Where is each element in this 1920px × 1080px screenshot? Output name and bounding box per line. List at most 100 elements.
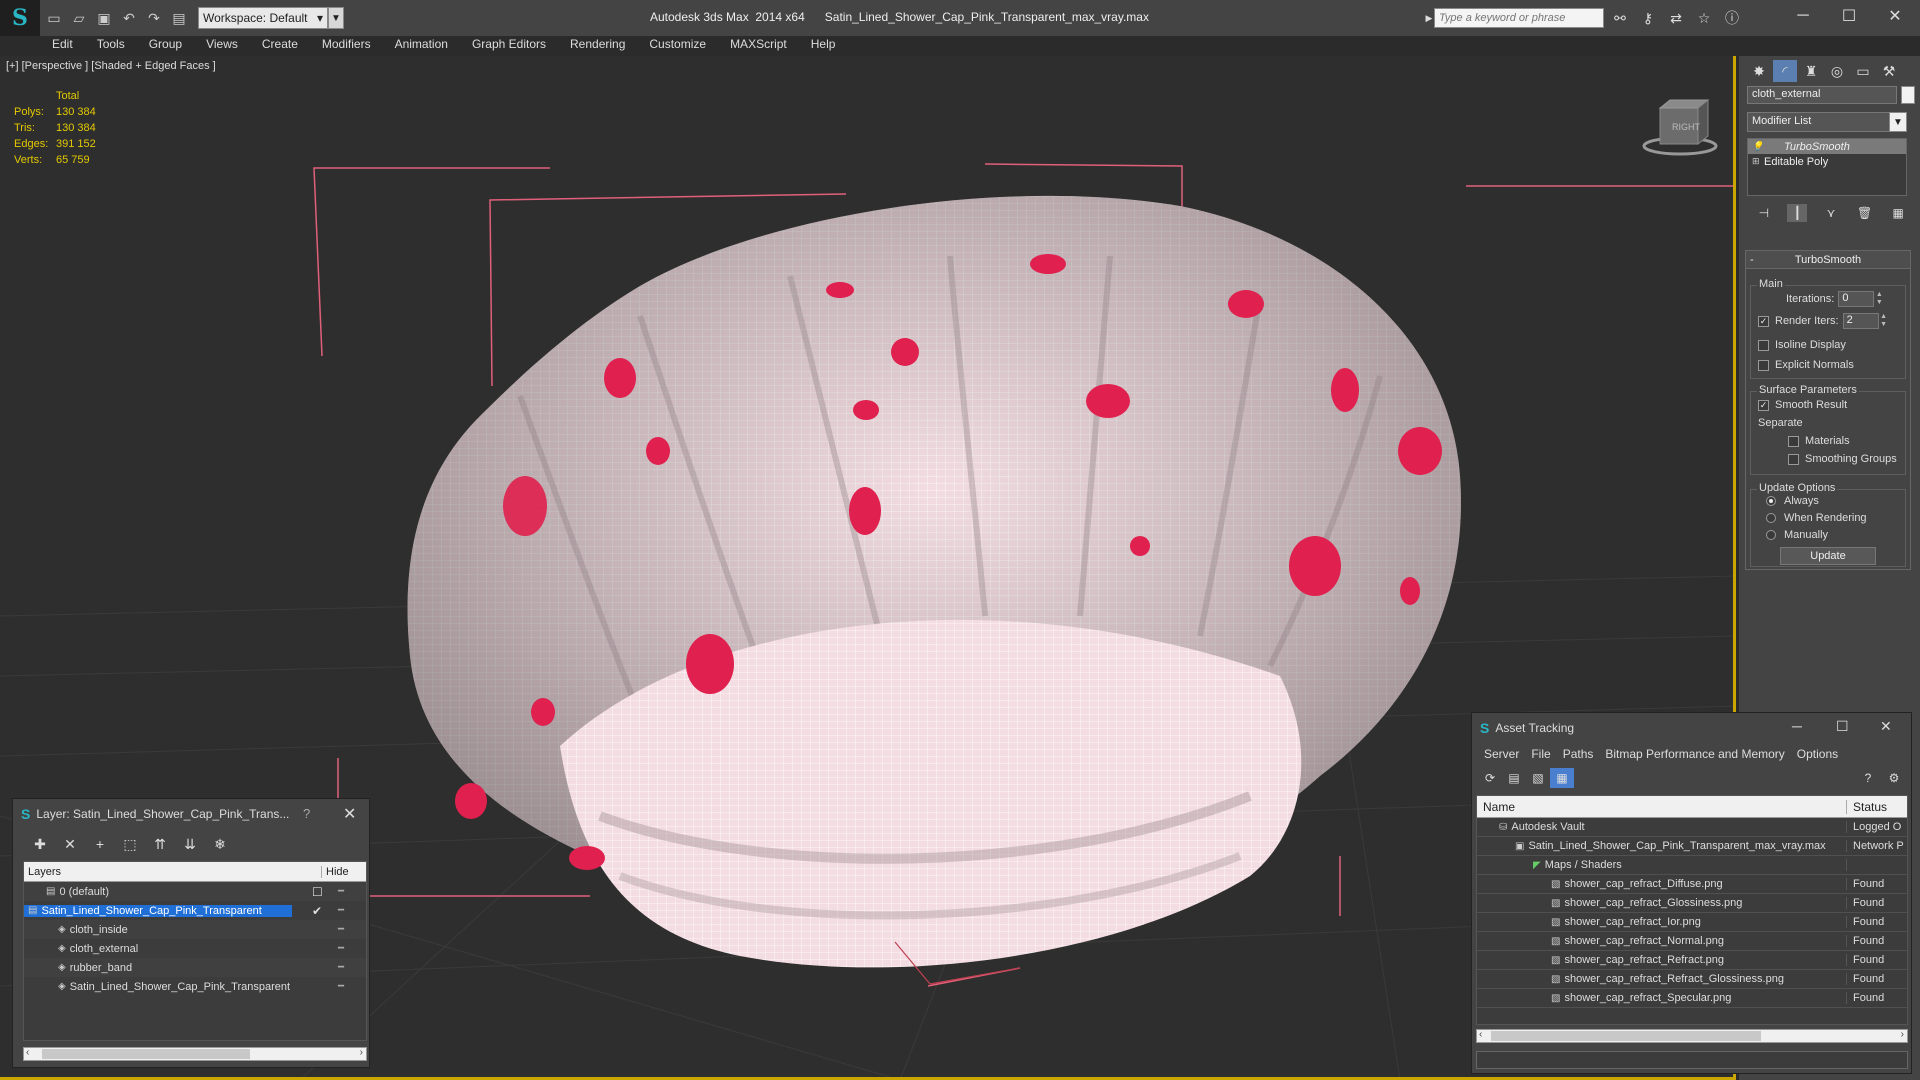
always-row[interactable]: Always xyxy=(1766,495,1819,507)
materials-row[interactable]: Materials xyxy=(1788,435,1850,447)
remove-modifier-icon[interactable]: 🗑 xyxy=(1855,204,1875,222)
horizontal-scrollbar[interactable]: ‹ › xyxy=(1476,1029,1908,1043)
settings-icon[interactable]: ⚙ xyxy=(1882,768,1906,788)
table-view-icon[interactable]: ▦ xyxy=(1550,768,1574,788)
menu-animation[interactable]: Animation xyxy=(383,37,460,51)
asset-row[interactable]: ▧ shower_cap_refract_Ior.png Found xyxy=(1477,913,1907,932)
modifier-list-dropdown[interactable]: Modifier List xyxy=(1747,112,1907,132)
freeze-all-icon[interactable]: ❄ xyxy=(205,833,235,855)
chevron-down-icon[interactable]: ▼ xyxy=(1889,112,1907,132)
menu-rendering[interactable]: Rendering xyxy=(558,37,637,51)
scrollbar-thumb[interactable] xyxy=(1491,1031,1761,1041)
configure-sets-icon[interactable]: ▦ xyxy=(1888,204,1908,222)
iterations-field[interactable]: 0 xyxy=(1838,291,1875,307)
help-icon[interactable]: ⓘ xyxy=(1720,8,1744,28)
stack-item-turbosmooth[interactable]: 💡 TurboSmooth xyxy=(1748,139,1906,154)
object-color-swatch[interactable] xyxy=(1901,86,1915,104)
explicit-normals-row[interactable]: Explicit Normals xyxy=(1758,359,1854,371)
save-file-icon[interactable]: ▣ xyxy=(93,7,115,29)
hide-toggle[interactable]: ━ xyxy=(338,905,344,916)
scroll-left-icon[interactable]: ‹ xyxy=(26,1047,29,1058)
asset-row[interactable]: ⛁ Autodesk Vault Logged O xyxy=(1477,818,1907,837)
hide-toggle[interactable]: ━ xyxy=(338,924,344,935)
viewport-label[interactable]: [+] [Perspective ] [Shaded + Edged Faces… xyxy=(6,60,216,72)
expand-arrow-icon[interactable]: ▶ xyxy=(1424,8,1434,28)
minimize-icon[interactable]: ─ xyxy=(1792,718,1802,734)
status-column-header[interactable]: Status xyxy=(1847,800,1887,814)
asset-row[interactable]: ▧ shower_cap_refract_Refract.png Found xyxy=(1477,951,1907,970)
new-file-icon[interactable]: ▭ xyxy=(43,7,65,29)
exchange-icon[interactable]: ⇄ xyxy=(1664,8,1688,28)
workspace-select[interactable]: Workspace: Default ▾ xyxy=(198,7,328,29)
app-logo[interactable]: S xyxy=(0,0,40,36)
when-rendering-radio[interactable] xyxy=(1766,513,1776,523)
render-iters-checkbox[interactable]: ✓ xyxy=(1758,315,1769,327)
close-button[interactable]: ✕ xyxy=(1872,0,1918,32)
close-icon[interactable]: ✕ xyxy=(343,804,356,824)
modify-tab-icon[interactable]: ◜ xyxy=(1773,60,1797,82)
when-rendering-row[interactable]: When Rendering xyxy=(1766,512,1867,524)
isoline-row[interactable]: Isoline Display xyxy=(1758,339,1846,351)
scrollbar-thumb[interactable] xyxy=(42,1049,250,1059)
horizontal-scrollbar[interactable]: ‹ › xyxy=(23,1047,367,1061)
layer-object-row[interactable]: ◈ cloth_inside ━ xyxy=(24,920,366,939)
project-folder-icon[interactable]: ▤ xyxy=(168,7,190,29)
manually-row[interactable]: Manually xyxy=(1766,529,1828,541)
menu-tools[interactable]: Tools xyxy=(85,37,137,51)
asset-row[interactable]: ▧ shower_cap_refract_Refract_Glossiness.p… xyxy=(1477,970,1907,989)
maximize-button[interactable]: ☐ xyxy=(1826,0,1872,32)
make-unique-icon[interactable]: ⋎ xyxy=(1821,204,1841,222)
close-icon[interactable]: ✕ xyxy=(1880,718,1892,735)
smooth-result-checkbox[interactable]: ✓ xyxy=(1758,399,1769,411)
star-icon[interactable]: ☆ xyxy=(1692,8,1716,28)
undo-icon[interactable]: ↶ xyxy=(118,7,140,29)
refresh-icon[interactable]: ⟳ xyxy=(1478,768,1502,788)
search-input[interactable] xyxy=(1434,8,1604,28)
asset-window-titlebar[interactable]: S Asset Tracking ─ ☐ ✕ xyxy=(1472,713,1911,743)
menu-views[interactable]: Views xyxy=(194,37,250,51)
list-view-icon[interactable]: ▤ xyxy=(1502,768,1526,788)
lightbulb-icon[interactable]: 💡 xyxy=(1752,141,1764,152)
scroll-right-icon[interactable]: › xyxy=(1901,1029,1904,1040)
minimize-button[interactable]: ─ xyxy=(1780,0,1826,32)
menu-edit[interactable]: Edit xyxy=(40,37,85,51)
current-layer-check[interactable]: ✔ xyxy=(312,904,322,918)
layers-column-header[interactable]: Layers xyxy=(24,865,322,878)
highlight-layer-icon[interactable]: ⇈ xyxy=(145,833,175,855)
hide-toggle[interactable]: ━ xyxy=(338,886,344,897)
menu-group[interactable]: Group xyxy=(137,37,194,51)
render-iters-field[interactable]: 2 xyxy=(1842,313,1879,329)
hide-toggle[interactable]: ━ xyxy=(338,962,344,973)
asset-row[interactable]: ▧ shower_cap_refract_Specular.png Found xyxy=(1477,989,1907,1008)
key-icon[interactable]: ⚷ xyxy=(1636,8,1660,28)
explicit-normals-checkbox[interactable] xyxy=(1758,359,1769,371)
object-name-field[interactable]: cloth_external xyxy=(1747,86,1897,104)
motion-tab-icon[interactable]: ◎ xyxy=(1825,60,1849,82)
smoothing-groups-checkbox[interactable] xyxy=(1788,453,1799,465)
menu-server[interactable]: Server xyxy=(1478,747,1525,761)
asset-row[interactable]: ◤ Maps / Shaders xyxy=(1477,856,1907,875)
asset-row[interactable]: ▧ shower_cap_refract_Diffuse.png Found xyxy=(1477,875,1907,894)
quick-access-dropdown[interactable]: ▼ xyxy=(328,7,344,29)
menu-create[interactable]: Create xyxy=(250,37,310,51)
menu-modifiers[interactable]: Modifiers xyxy=(310,37,383,51)
materials-checkbox[interactable] xyxy=(1788,435,1799,447)
utilities-tab-icon[interactable]: ⚒ xyxy=(1877,60,1901,82)
menu-paths[interactable]: Paths xyxy=(1557,747,1600,761)
layer-window-titlebar[interactable]: S Layer: Satin_Lined_Shower_Cap_Pink_Tra… xyxy=(13,799,369,829)
delete-layer-icon[interactable]: ✕ xyxy=(55,833,85,855)
hierarchy-tab-icon[interactable]: ♜ xyxy=(1799,60,1823,82)
help-button[interactable]: ? xyxy=(303,806,310,821)
rollout-header[interactable]: - TurboSmooth xyxy=(1746,251,1910,269)
hide-toggle[interactable]: ━ xyxy=(338,943,344,954)
asset-row[interactable]: ▣ Satin_Lined_Shower_Cap_Pink_Transparent… xyxy=(1477,837,1907,856)
open-file-icon[interactable]: ▱ xyxy=(68,7,90,29)
menu-help[interactable]: Help xyxy=(799,37,848,51)
show-end-result-icon[interactable]: ┃ xyxy=(1787,204,1808,222)
asset-row[interactable]: ▧ shower_cap_refract_Glossiness.png Found xyxy=(1477,894,1907,913)
menu-graph-editors[interactable]: Graph Editors xyxy=(460,37,558,51)
current-layer-box[interactable]: ☐ xyxy=(312,885,323,899)
smoothing-groups-row[interactable]: Smoothing Groups xyxy=(1788,453,1897,465)
expand-plus-icon[interactable]: ⊞ xyxy=(1752,156,1764,167)
menu-file[interactable]: File xyxy=(1525,747,1556,761)
